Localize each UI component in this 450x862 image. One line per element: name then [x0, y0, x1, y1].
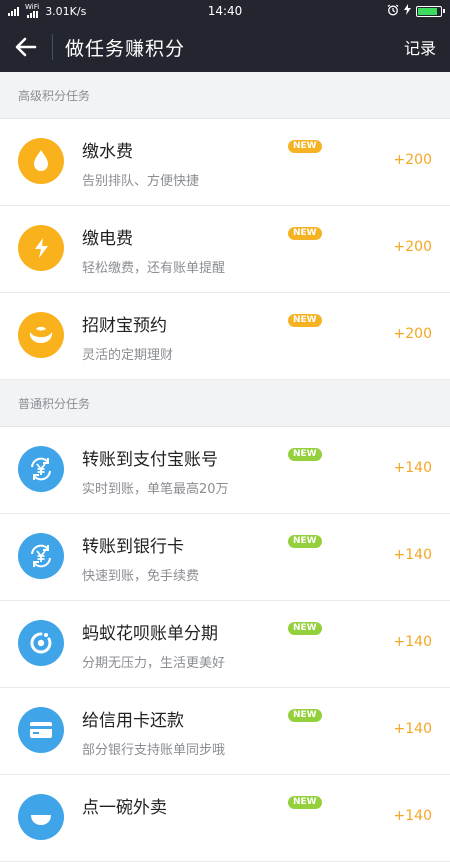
task-subtitle: 部分银行支持账单同步哦: [82, 743, 226, 758]
task-points: +200: [393, 152, 432, 168]
nav-divider: [52, 34, 53, 60]
task-title: 给信用卡还款: [82, 711, 184, 731]
task-item-transfer-bank[interactable]: 转账到银行卡 快速到账，免手续费 NEW +140: [0, 514, 450, 601]
status-time: 14:40: [207, 4, 243, 18]
task-subtitle: 灵活的定期理财: [82, 348, 174, 363]
new-badge: NEW: [288, 227, 322, 240]
task-title: 缴水费: [82, 142, 133, 162]
task-title: 蚂蚁花呗账单分期: [82, 624, 218, 644]
task-subtitle: 分期无压力，生活更美好: [82, 656, 226, 671]
task-points: +140: [393, 460, 432, 476]
nav-bar: 做任务赚积分 记录: [0, 22, 450, 72]
task-item-zhaocaibao[interactable]: 招财宝预约 灵活的定期理财 NEW +200: [0, 293, 450, 380]
section-header-advanced: 高级积分任务: [0, 72, 450, 119]
task-subtitle: 轻松缴费，还有账单提醒: [82, 261, 226, 276]
piggy-icon: [18, 312, 64, 358]
task-points: +140: [393, 547, 432, 563]
new-badge: NEW: [288, 796, 322, 809]
status-bar: WiFi 3.01K/s 14:40: [0, 0, 450, 22]
new-badge: NEW: [288, 709, 322, 722]
task-subtitle: 快速到账，免手续费: [82, 569, 200, 584]
task-title: 点一碗外卖: [82, 798, 167, 818]
task-item-huabei-installment[interactable]: 蚂蚁花呗账单分期 分期无压力，生活更美好 NEW +140: [0, 601, 450, 688]
huabei-icon: [18, 620, 64, 666]
yuan-transfer-icon: [18, 533, 64, 579]
task-subtitle: 实时到账，单笔最高20万: [82, 482, 229, 497]
task-title: 缴电费: [82, 229, 133, 249]
record-button[interactable]: 记录: [404, 35, 436, 59]
task-item-credit-card[interactable]: 给信用卡还款 部分银行支持账单同步哦 NEW +140: [0, 688, 450, 775]
yuan-transfer-icon: [18, 446, 64, 492]
task-item-electric-fee[interactable]: 缴电费 轻松缴费，还有账单提醒 NEW +200: [0, 206, 450, 293]
page-title: 做任务赚积分: [65, 37, 186, 60]
task-title: 转账到支付宝账号: [82, 450, 218, 470]
battery-icon: [416, 5, 445, 17]
new-badge: NEW: [288, 448, 322, 461]
water-drop-icon: [18, 138, 64, 184]
credit-card-icon: [18, 707, 64, 753]
back-button[interactable]: [0, 22, 52, 72]
task-points: +140: [393, 808, 432, 824]
task-item-transfer-alipay[interactable]: 转账到支付宝账号 实时到账，单笔最高20万 NEW +140: [0, 427, 450, 514]
task-points: +140: [393, 634, 432, 650]
task-list: 高级积分任务 缴水费 告别排队、方便快捷 NEW +200 缴电费 轻松缴费，还…: [0, 72, 450, 862]
task-item-water-fee[interactable]: 缴水费 告别排队、方便快捷 NEW +200: [0, 119, 450, 206]
lightning-icon: [18, 225, 64, 271]
new-badge: NEW: [288, 314, 322, 327]
takeout-icon: [18, 794, 64, 840]
battery-level: [418, 7, 438, 15]
task-points: +140: [393, 721, 432, 737]
task-points: +200: [393, 326, 432, 342]
task-title: 转账到银行卡: [82, 537, 184, 557]
new-badge: NEW: [288, 535, 322, 548]
new-badge: NEW: [288, 140, 322, 153]
task-item-takeout[interactable]: 点一碗外卖 NEW +140: [0, 775, 450, 862]
section-header-normal: 普通积分任务: [0, 380, 450, 427]
top-bar: WiFi 3.01K/s 14:40 做任务赚积分 记录: [0, 0, 450, 72]
new-badge: NEW: [288, 622, 322, 635]
task-points: +200: [393, 239, 432, 255]
task-title: 招财宝预约: [82, 316, 167, 336]
task-subtitle: 告别排队、方便快捷: [82, 174, 200, 189]
arrow-left-icon: [15, 37, 37, 57]
